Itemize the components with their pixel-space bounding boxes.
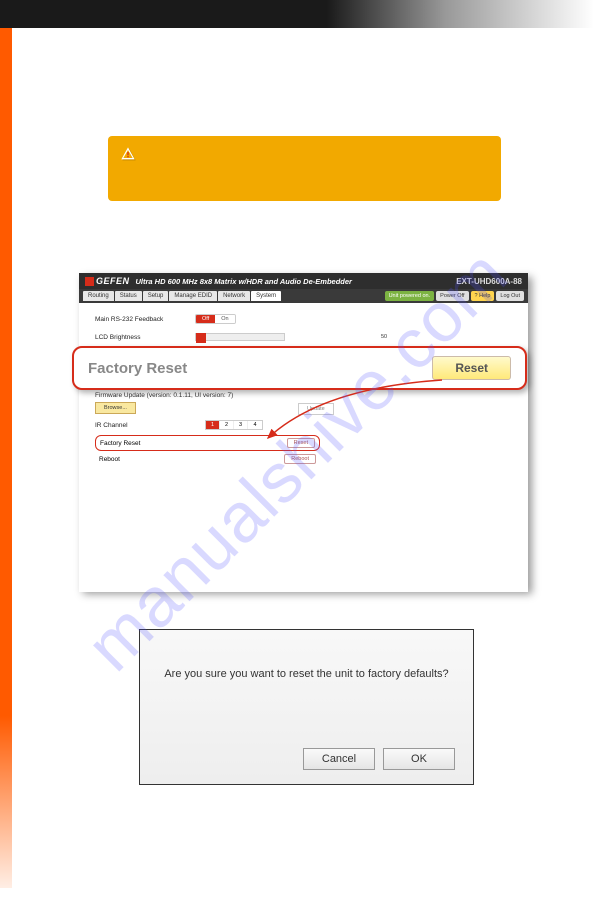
ir-option-1[interactable]: 1 xyxy=(206,421,220,429)
lcd-value: 50 xyxy=(381,334,387,340)
device-header: GEFEN Ultra HD 600 MHz 8x8 Matrix w/HDR … xyxy=(79,273,528,289)
warning-icon xyxy=(120,146,136,162)
ir-label: IR Channel xyxy=(95,422,205,429)
ok-button[interactable]: OK xyxy=(383,748,455,770)
factory-reset-label: Factory Reset xyxy=(100,440,140,447)
ir-option-2[interactable]: 2 xyxy=(220,421,234,429)
tab-network[interactable]: Network xyxy=(218,291,250,301)
tab-setup[interactable]: Setup xyxy=(143,291,169,301)
lcd-label: LCD Brightness xyxy=(95,334,195,341)
ir-option-4[interactable]: 4 xyxy=(248,421,262,429)
rs232-label: Main RS-232 Feedback xyxy=(95,316,195,323)
confirm-dialog: Are you sure you want to reset the unit … xyxy=(139,629,474,785)
power-off-button[interactable]: Power Off xyxy=(436,291,468,301)
tab-routing[interactable]: Routing xyxy=(83,291,114,301)
brand-text: GEFEN xyxy=(96,276,130,286)
factory-reset-callout: Factory Reset Reset xyxy=(72,346,527,390)
help-button[interactable]: ? Help xyxy=(471,291,495,301)
warning-box xyxy=(108,136,501,201)
ir-channel-row: IR Channel 1 2 3 4 xyxy=(95,420,263,430)
dialog-message: Are you sure you want to reset the unit … xyxy=(140,668,473,680)
lcd-slider[interactable] xyxy=(195,333,285,341)
reboot-button[interactable]: Reboot xyxy=(284,454,316,464)
browse-button[interactable]: Browse... xyxy=(95,402,136,414)
power-status-badge: Unit powered on. xyxy=(385,291,435,301)
reset-button[interactable]: Reset xyxy=(287,438,315,448)
update-button[interactable]: Update xyxy=(298,403,334,415)
tab-row: Routing Status Setup Manage EDID Network… xyxy=(79,289,528,303)
rs232-toggle[interactable]: Off On xyxy=(195,314,236,324)
ir-option-3[interactable]: 3 xyxy=(234,421,248,429)
callout-label: Factory Reset xyxy=(88,360,187,377)
device-screenshot: GEFEN Ultra HD 600 MHz 8x8 Matrix w/HDR … xyxy=(79,273,528,590)
logout-button[interactable]: Log Out xyxy=(496,291,524,301)
toggle-on[interactable]: On xyxy=(215,315,234,323)
slider-handle[interactable] xyxy=(196,333,206,343)
tab-status[interactable]: Status xyxy=(115,291,142,301)
tab-system[interactable]: System xyxy=(251,291,281,301)
tab-manage-edid[interactable]: Manage EDID xyxy=(169,291,217,301)
device-title: Ultra HD 600 MHz 8x8 Matrix w/HDR and Au… xyxy=(136,277,457,286)
firmware-row: Firmware Update (version: 0.1.11, UI ver… xyxy=(95,392,233,414)
firmware-label: Firmware Update (version: 0.1.11, UI ver… xyxy=(95,392,233,399)
toggle-off[interactable]: Off xyxy=(196,315,215,323)
header-gradient xyxy=(0,0,594,28)
sidebar-accent xyxy=(0,28,12,888)
callout-reset-button[interactable]: Reset xyxy=(432,356,511,380)
reboot-row: Reboot Reboot xyxy=(99,454,316,464)
ir-channel-select[interactable]: 1 2 3 4 xyxy=(205,420,263,430)
cancel-button[interactable]: Cancel xyxy=(303,748,375,770)
device-model: EXT-UHD600A-88 xyxy=(456,277,522,286)
brand-logo: GEFEN xyxy=(85,276,130,286)
reboot-label: Reboot xyxy=(99,456,120,463)
factory-reset-row: Factory Reset Reset xyxy=(95,435,320,451)
